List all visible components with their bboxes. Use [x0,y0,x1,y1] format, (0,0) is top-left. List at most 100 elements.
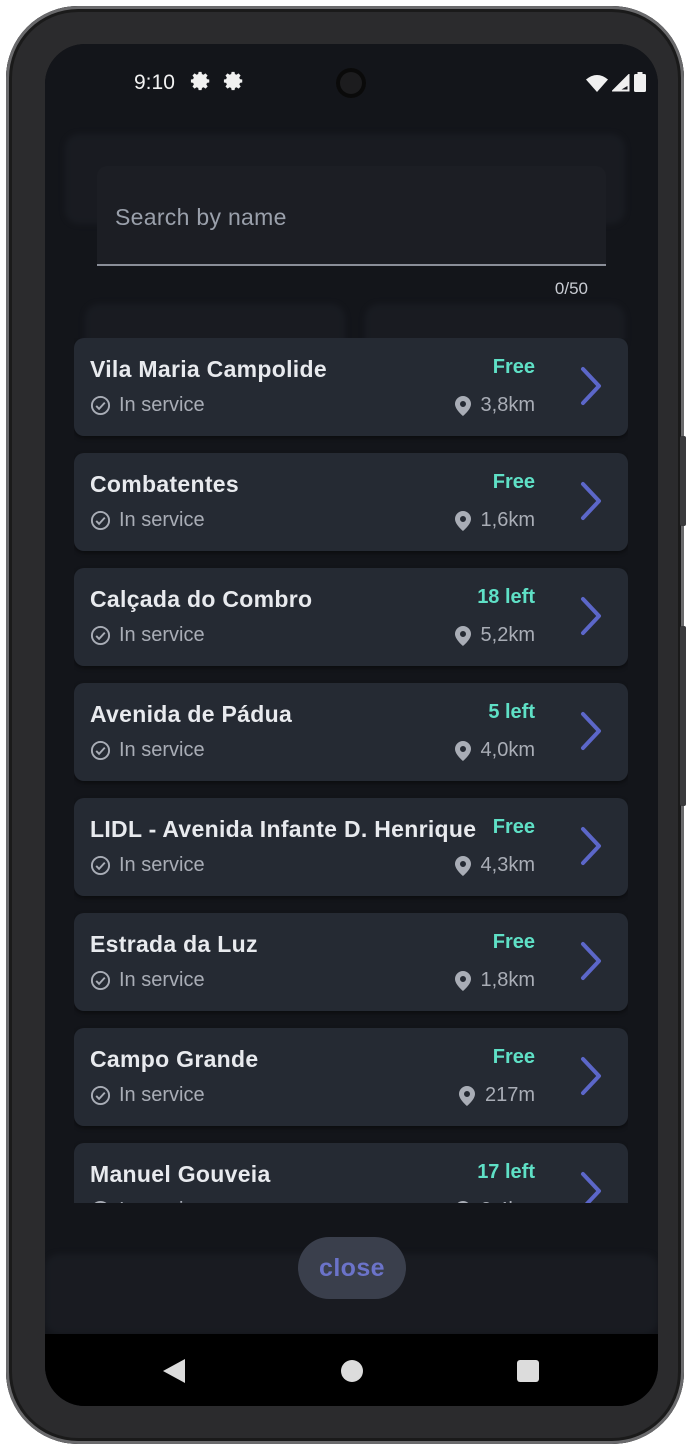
phone-frame: 9:10 Search by name 0/50 Vila Maria Camp… [6,6,686,1444]
station-name: LIDL - Avenida Infante D. Henrique [90,816,477,842]
volume-button [680,626,686,806]
station-status: In service [90,394,205,417]
chevron-right-icon[interactable] [576,941,606,981]
station-name: Estrada da Luz [90,931,258,957]
station-distance: 217m [458,1084,535,1107]
station-distance-label: 1,8km [480,969,535,991]
station-distance-label: 3,8km [480,394,535,416]
station-distance-label: 217m [484,1084,535,1106]
location-pin-icon [456,1200,469,1203]
station-status-label: In service [119,739,205,761]
recent-apps-icon[interactable] [517,1360,539,1382]
availability-badge: Free [492,931,535,953]
station-distance: 1,8km [454,969,535,992]
back-icon[interactable] [163,1359,185,1383]
station-name: Combatentes [90,471,239,497]
wifi-icon [586,75,608,92]
station-name: Calçada do Combro [90,586,313,612]
availability-badge: 17 left [477,1161,535,1183]
station-status: In service [90,739,205,762]
navigation-bar [45,1334,658,1406]
check-circle-icon [94,1200,107,1203]
station-distance-label: 4,0km [480,739,535,761]
check-circle-icon [90,855,111,876]
station-distance: 4,0km [454,739,535,762]
check-circle-icon [90,510,111,531]
station-status: In service [90,624,205,647]
check-circle-icon [90,625,111,646]
side-button [680,436,686,526]
station-distance-label: 4,3km [480,854,535,876]
station-status: In service [90,854,205,877]
chevron-right-icon[interactable] [576,711,606,751]
chevron-right-icon[interactable] [576,1056,606,1096]
chevron-right-icon[interactable] [576,481,606,521]
screen: 9:10 Search by name 0/50 Vila Maria Camp… [45,44,658,1406]
check-circle-icon [90,970,111,991]
station-name: Campo Grande [90,1046,259,1072]
availability-badge: Free [492,1046,535,1068]
station-card[interactable]: Manuel Gouveia In service 17 left 2,4km [74,1143,628,1203]
station-distance: 5,2km [454,624,535,647]
station-distance-label: 2,4km [481,1199,535,1203]
station-name: Avenida de Pádua [90,701,293,727]
chevron-right-icon[interactable] [576,596,606,636]
front-camera [336,68,366,98]
location-pin-icon [454,625,471,646]
station-distance: 3,8km [454,394,535,417]
search-placeholder: Search by name [115,204,287,230]
station-name: Manuel Gouveia [90,1161,271,1187]
location-pin-icon [454,970,471,991]
gear-icon [190,71,210,91]
location-pin-icon [454,855,471,876]
station-card[interactable]: Calçada do Combro In service 18 left 5,2km [74,568,628,666]
station-status: In service [90,509,205,532]
chevron-right-icon[interactable] [576,366,606,406]
location-pin-icon [454,510,471,531]
station-name: Vila Maria Campolide [90,356,327,382]
station-distance: 4,3km [454,854,535,877]
chevron-right-icon[interactable] [576,826,606,866]
station-distance: 1,6km [454,509,535,532]
station-status-label: In service [119,394,205,416]
station-card[interactable]: Campo Grande In service Free 217m [74,1028,628,1126]
character-counter: 0/50 [554,279,588,298]
check-circle-icon [90,740,111,761]
station-list[interactable]: Vila Maria Campolide In service Free 3,8km C… [74,338,628,1203]
station-status-label: In service [119,1199,205,1203]
availability-badge: Free [492,356,535,378]
location-pin-icon [454,395,471,416]
station-status: In service [90,1199,205,1203]
search-input[interactable]: Search by name [97,166,606,266]
station-distance: 2,4km [455,1199,535,1203]
location-pin-icon [458,1085,475,1106]
station-status-label: In service [119,854,205,876]
availability-badge: Free [492,816,535,838]
station-card[interactable]: LIDL - Avenida Infante D. Henrique In ser… [74,798,628,896]
station-distance-label: 1,6km [480,509,535,531]
station-card[interactable]: Combatentes In service Free 1,6km [74,453,628,551]
close-button[interactable]: close [298,1237,406,1299]
status-time: 9:10 [134,71,175,94]
availability-badge: 18 left [477,586,535,608]
station-status: In service [90,1084,205,1107]
home-icon[interactable] [341,1360,363,1382]
station-status-label: In service [119,624,205,646]
gear-icon [223,71,243,91]
battery-icon [634,72,646,92]
location-pin-icon [454,740,471,761]
check-circle-icon [90,395,111,416]
chevron-right-icon[interactable] [576,1171,606,1203]
station-distance-label: 5,2km [480,624,535,646]
station-status: In service [90,969,205,992]
status-bar: 9:10 [45,44,658,122]
signal-icon [612,74,630,92]
station-status-label: In service [119,509,205,531]
station-status-label: In service [119,969,205,991]
availability-badge: 5 left [488,701,535,723]
station-card[interactable]: Vila Maria Campolide In service Free 3,8km [74,338,628,436]
station-card[interactable]: Estrada da Luz In service Free 1,8km [74,913,628,1011]
check-circle-icon [90,1085,111,1106]
availability-badge: Free [492,471,535,493]
station-card[interactable]: Avenida de Pádua In service 5 left 4,0km [74,683,628,781]
